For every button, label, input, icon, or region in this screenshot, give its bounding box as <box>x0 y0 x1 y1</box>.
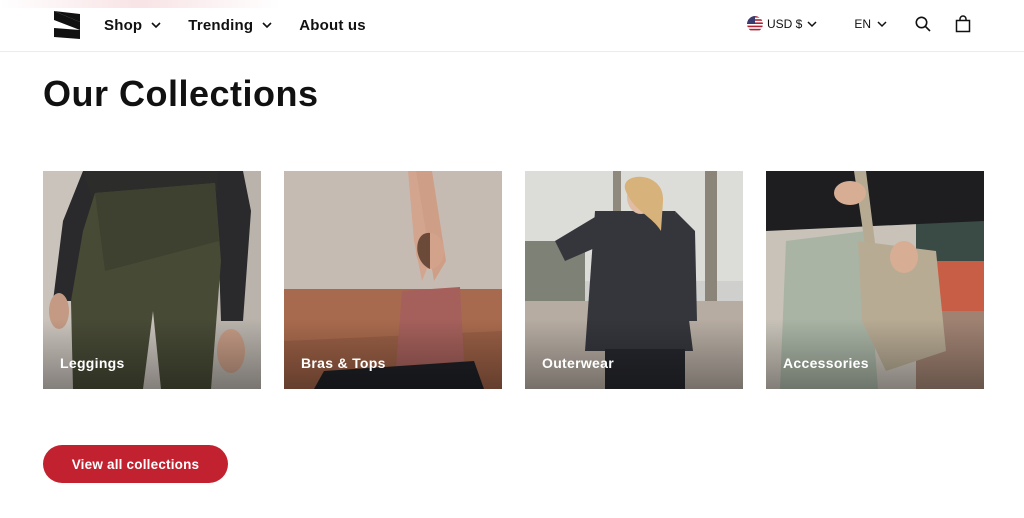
collection-label: Accessories <box>783 355 869 371</box>
main-nav: Shop Trending About us <box>104 15 366 35</box>
collection-card-outerwear[interactable]: Outerwear <box>525 171 743 389</box>
site-header: Shop Trending About us USD $ EN <box>0 0 1024 52</box>
card-shade <box>525 319 743 389</box>
language-selector[interactable]: EN <box>854 17 888 31</box>
page-title: Our Collections <box>43 73 319 114</box>
search-icon[interactable] <box>914 15 932 33</box>
currency-selector[interactable]: USD $ <box>746 16 818 32</box>
chevron-down-icon <box>877 21 887 28</box>
card-shade <box>766 319 984 389</box>
nav-item-shop[interactable]: Shop <box>104 15 162 35</box>
nav-item-label: About us <box>299 16 366 34</box>
collection-label: Bras & Tops <box>301 355 386 371</box>
chevron-down-icon <box>151 22 161 29</box>
collection-label: Leggings <box>60 355 125 371</box>
collection-label: Outerwear <box>542 355 614 371</box>
collections-grid: Leggings Bras & Tops Outerwear Accessori… <box>43 171 984 389</box>
view-all-collections-button[interactable]: View all collections <box>43 445 228 483</box>
language-label: EN <box>854 17 871 31</box>
header-decoration <box>0 0 280 8</box>
header-tools: USD $ EN <box>746 15 972 33</box>
collection-card-bras-tops[interactable]: Bras & Tops <box>284 171 502 389</box>
brand-logo-icon[interactable] <box>52 10 82 40</box>
collection-card-leggings[interactable]: Leggings <box>43 171 261 389</box>
nav-item-trending[interactable]: Trending <box>188 15 273 35</box>
currency-label: USD $ <box>766 17 803 31</box>
card-shade <box>43 319 261 389</box>
chevron-down-icon <box>807 21 817 28</box>
shopping-bag-icon[interactable] <box>954 15 972 33</box>
nav-item-about-us[interactable]: About us <box>299 15 366 35</box>
chevron-down-icon <box>262 22 272 29</box>
collection-card-accessories[interactable]: Accessories <box>766 171 984 389</box>
card-shade <box>284 319 502 389</box>
nav-item-label: Shop <box>104 16 143 34</box>
nav-item-label: Trending <box>188 16 254 34</box>
us-flag-icon <box>746 16 763 32</box>
